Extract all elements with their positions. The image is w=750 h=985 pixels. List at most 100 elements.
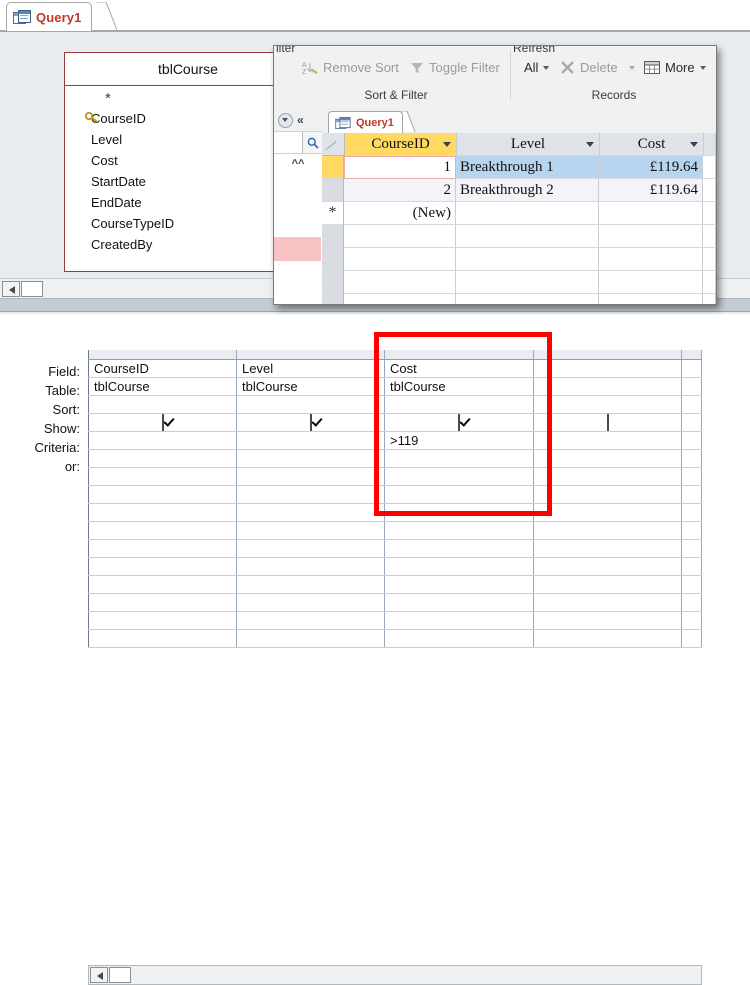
scrollbar-thumb[interactable] [21,281,43,297]
empty-cell[interactable] [384,611,534,630]
empty-cell[interactable] [681,557,702,576]
query-grid-empty-row[interactable] [88,467,702,486]
table-cell-4[interactable] [533,377,682,396]
query-grid-table-row[interactable]: tblCourse tblCourse tblCourse [88,377,702,396]
empty-cell[interactable] [681,593,702,612]
empty-cell[interactable] [533,557,682,576]
cell-courseid[interactable]: 1 [344,156,456,179]
sort-cell-1[interactable] [88,395,237,414]
empty-cell[interactable] [533,593,682,612]
empty-cell[interactable] [88,611,237,630]
navigation-search-row[interactable] [274,132,322,154]
column-selector-2[interactable] [236,350,385,360]
empty-cell[interactable] [533,521,682,540]
nav-selected-object-item[interactable] [274,237,321,261]
show-cell-5[interactable] [681,413,702,432]
chevron-down-icon[interactable] [443,142,451,147]
query-grid-empty-row[interactable] [88,485,702,504]
query-grid-sort-row[interactable] [88,395,702,414]
empty-cell[interactable] [384,629,534,648]
query-grid-column-selector-row[interactable] [88,350,702,360]
query-grid-empty-row[interactable] [88,503,702,522]
cell-new-level[interactable] [456,202,599,225]
empty-cell[interactable] [236,575,385,594]
empty-cell[interactable] [88,575,237,594]
empty-cell[interactable] [384,521,534,540]
empty-cell[interactable] [236,593,385,612]
column-selector-1[interactable] [88,350,237,360]
empty-cell[interactable] [88,503,237,522]
criteria-cell-cost[interactable]: >119 [384,431,534,450]
query-design-table[interactable]: CourseID Level Cost tblCourse tblCourse … [88,350,702,648]
sort-cell-3[interactable] [384,395,534,414]
datasheet-tab-query1[interactable]: Query1 [328,111,403,134]
column-header-courseid[interactable]: CourseID [345,133,457,156]
or-cell-3[interactable] [384,449,534,468]
delete-button[interactable]: Delete [560,60,635,75]
empty-cell[interactable] [236,503,385,522]
empty-cell[interactable] [88,467,237,486]
refresh-all-button[interactable]: All [524,60,550,75]
query-grid-empty-row[interactable] [88,521,702,540]
empty-cell[interactable] [681,485,702,504]
show-cell-4[interactable] [533,413,682,432]
datasheet-grid[interactable]: CourseID Level Cost 1 Breakthrough 1 £11… [322,133,716,304]
query-grid-empty-row[interactable] [88,575,702,594]
empty-cell[interactable] [384,593,534,612]
table-cell-1[interactable]: tblCourse [88,377,237,396]
empty-cell[interactable] [384,539,534,558]
show-checkbox-level[interactable] [309,413,312,431]
or-cell-4[interactable] [533,449,682,468]
cell-courseid[interactable]: 2 [344,179,456,202]
query-grid-empty-row[interactable] [88,611,702,630]
empty-cell[interactable] [533,575,682,594]
empty-cell[interactable] [384,557,534,576]
empty-cell[interactable] [681,611,702,630]
navigation-pane-sliver[interactable]: « ^^ [274,109,323,304]
empty-cell[interactable] [533,503,682,522]
double-chevron-up-icon[interactable]: ^^ [274,154,322,174]
empty-cell[interactable] [384,485,534,504]
field-cell-3[interactable]: Cost [384,359,534,378]
empty-cell[interactable] [236,611,385,630]
toggle-filter-button[interactable]: Toggle Filter [410,60,500,75]
column-selector-4[interactable] [533,350,682,360]
cell-cost[interactable]: £119.64 [599,179,703,202]
empty-cell[interactable] [88,557,237,576]
empty-cell[interactable] [533,485,682,504]
table-row[interactable]: 2 Breakthrough 2 £119.64 [322,179,716,202]
show-checkbox-cost[interactable] [458,413,460,431]
row-selector[interactable] [322,156,344,179]
double-chevron-left-icon[interactable]: « [297,114,304,126]
table-cell-5[interactable] [681,377,702,396]
empty-cell[interactable] [236,629,385,648]
cell-level[interactable]: Breakthrough 1 [456,156,599,179]
more-button[interactable]: More [644,60,706,75]
empty-cell[interactable] [236,557,385,576]
cell-level[interactable]: Breakthrough 2 [456,179,599,202]
empty-cell[interactable] [236,467,385,486]
empty-cell[interactable] [681,575,702,594]
empty-cell[interactable] [533,467,682,486]
cell-new-courseid[interactable]: (New) [344,202,456,225]
query-grid-field-row[interactable]: CourseID Level Cost [88,359,702,378]
field-cell-5[interactable] [681,359,702,378]
field-cell-1[interactable]: CourseID [88,359,237,378]
query-design-grid-pane[interactable]: Field: Table: Sort: Show: Criteria: or: … [0,350,750,985]
nav-dropdown-icon[interactable] [278,112,293,128]
table-row[interactable]: 1 Breakthrough 1 £119.64 [322,156,716,179]
empty-cell[interactable] [88,629,237,648]
or-cell-2[interactable] [236,449,385,468]
table-cell-3[interactable]: tblCourse [384,377,534,396]
cell-cost[interactable]: £119.64 [599,156,703,179]
remove-sort-button[interactable]: A Z Remove Sort [302,60,399,75]
empty-cell[interactable] [681,539,702,558]
column-selector-3[interactable] [384,350,534,360]
show-checkbox-empty[interactable] [606,413,609,431]
criteria-cell-5[interactable] [681,431,702,450]
or-cell-1[interactable] [88,449,237,468]
empty-cell[interactable] [236,539,385,558]
criteria-cell-1[interactable] [88,431,237,450]
empty-cell[interactable] [681,521,702,540]
new-record-marker[interactable]: * [322,202,344,225]
